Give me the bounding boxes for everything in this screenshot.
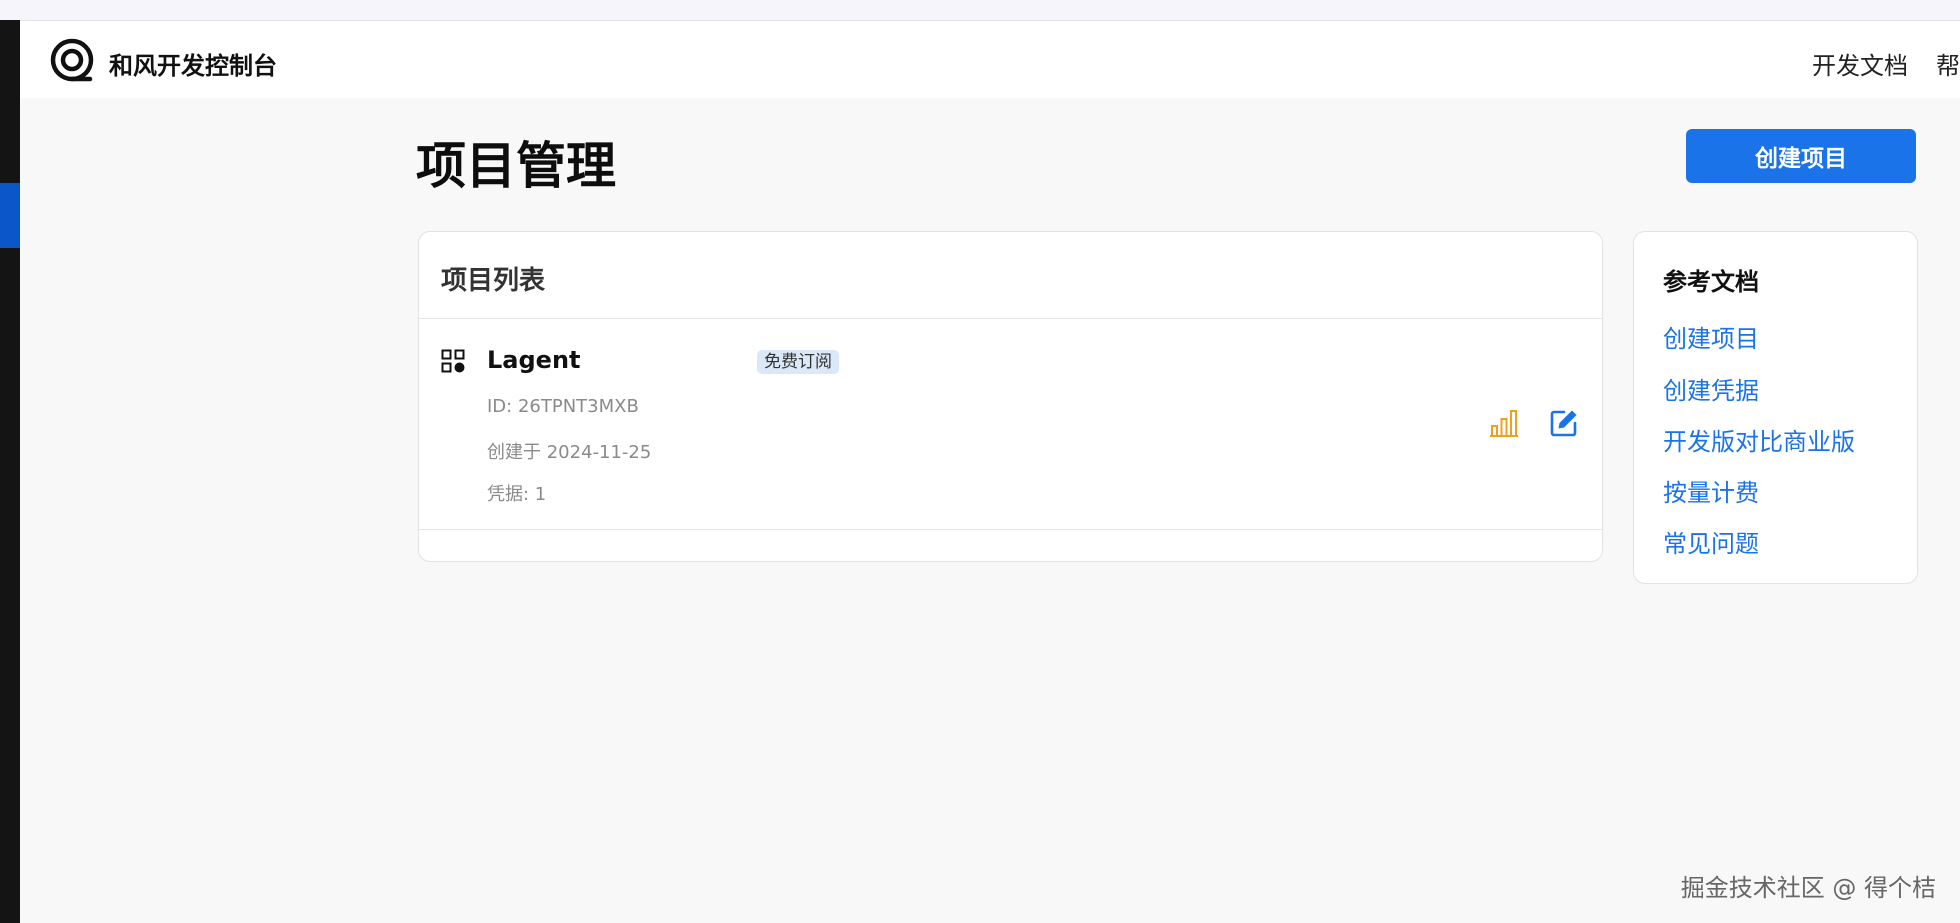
reference-docs-title: 参考文档 xyxy=(1663,268,1759,296)
nav-dev-docs[interactable]: 开发文档 xyxy=(1812,46,1908,81)
bar-chart-icon[interactable] xyxy=(1489,408,1519,438)
console-brand[interactable]: 和风开发控制台 xyxy=(109,46,277,81)
ref-link-dev-vs-commercial[interactable]: 开发版对比商业版 xyxy=(1663,422,1855,457)
project-list-title: 项目列表 xyxy=(441,266,546,296)
edit-icon[interactable] xyxy=(1549,408,1579,438)
divider xyxy=(419,529,1602,530)
ref-link-pay-as-you-go[interactable]: 按量计费 xyxy=(1663,473,1759,508)
subscription-badge: 免费订阅 xyxy=(757,350,839,374)
browser-top-strip xyxy=(0,0,1960,21)
project-name[interactable]: Lagent xyxy=(487,346,581,374)
ref-link-create-credentials[interactable]: 创建凭据 xyxy=(1663,371,1759,406)
project-id: ID: 26TPNT3MXB xyxy=(487,396,639,417)
divider xyxy=(419,318,1602,319)
top-header: 和风开发控制台 开发文档 帮 xyxy=(20,21,1960,98)
watermark: 掘金技术社区 @ 得个桔 xyxy=(1680,874,1936,902)
page-title: 项目管理 xyxy=(416,137,616,195)
left-sidebar xyxy=(0,20,20,923)
sidebar-active-indicator xyxy=(0,183,20,248)
project-list-card: 项目列表 Lagent 免费订阅 ID: 26TPNT3MXB 创建于 2024… xyxy=(418,231,1603,562)
create-project-button[interactable]: 创建项目 xyxy=(1686,129,1916,183)
nav-help[interactable]: 帮 xyxy=(1936,46,1960,81)
ref-link-create-project[interactable]: 创建项目 xyxy=(1663,319,1759,354)
qweather-logo-icon[interactable] xyxy=(50,38,94,82)
project-created-date: 创建于 2024-11-25 xyxy=(487,442,652,463)
project-credentials-count: 凭据: 1 xyxy=(487,484,547,505)
reference-docs-card: 参考文档 创建项目 创建凭据 开发版对比商业版 按量计费 常见问题 xyxy=(1633,231,1918,584)
app-grid-icon xyxy=(441,349,465,373)
ref-link-faq[interactable]: 常见问题 xyxy=(1663,524,1759,559)
